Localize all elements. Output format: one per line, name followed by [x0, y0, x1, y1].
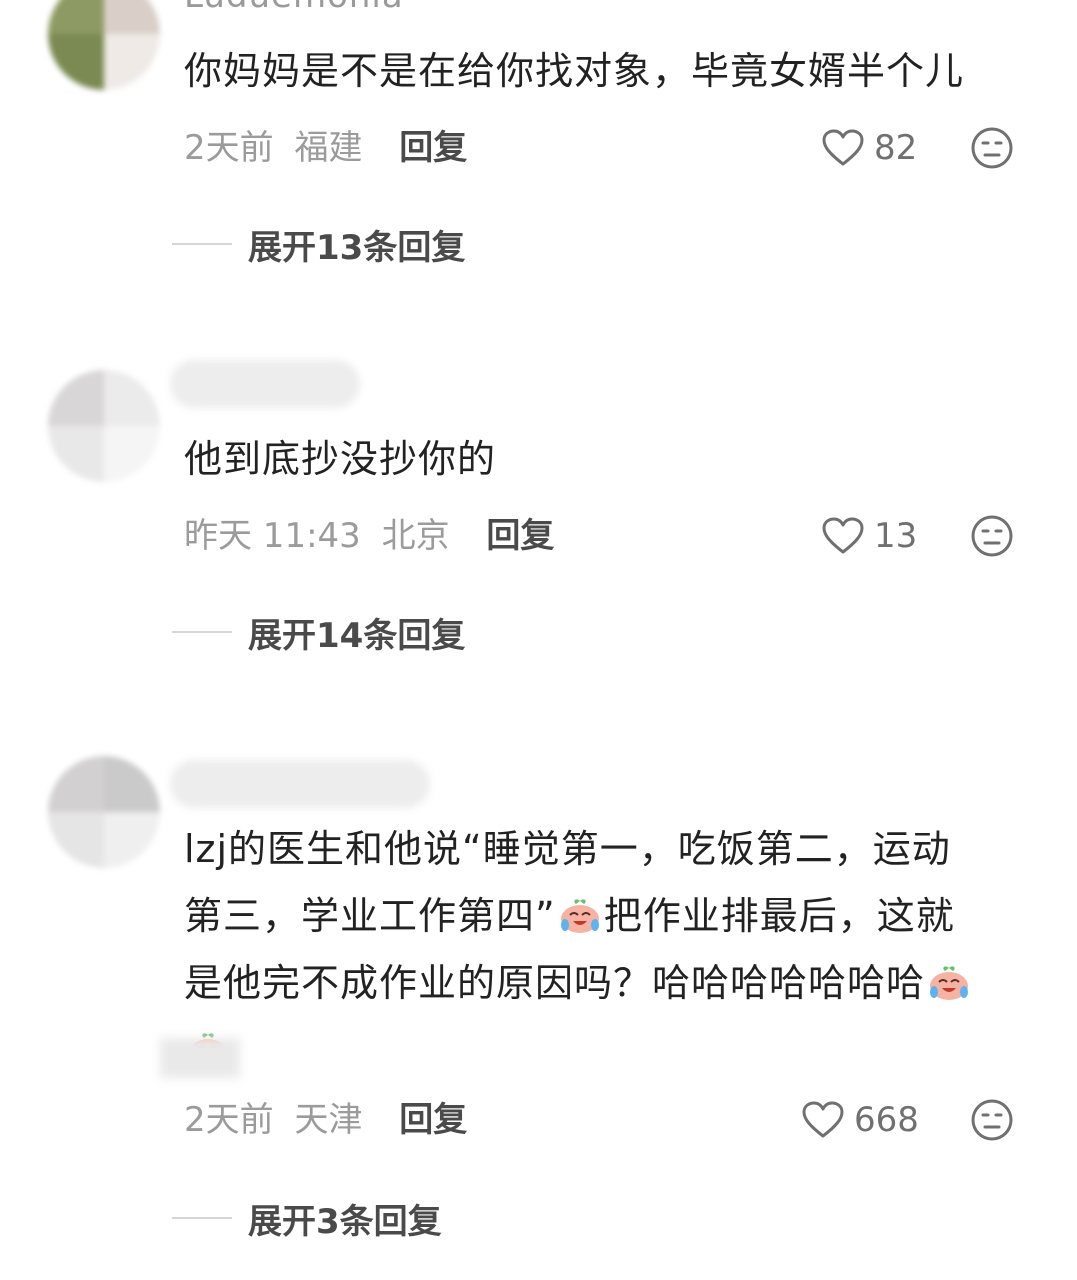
comment-content: lzj的医生和他说“睡觉第一，吃饭第二，运动 第三，学业工作第四” 把作业排最后，…	[184, 816, 1044, 1084]
comment-item: 他到底抄没抄你的 昨天 11:43 北京 回复 13 展开14条回复	[0, 330, 1077, 670]
comment-time: 昨天 11:43	[184, 516, 361, 556]
crying-laughing-peach-emoji	[560, 899, 599, 933]
like-button[interactable]: 668	[802, 1096, 919, 1144]
comment-text: 他到底抄没抄你的	[184, 437, 497, 481]
username[interactable]: Luduemonia	[184, 0, 404, 16]
comment-item: lzj的医生和他说“睡觉第一，吃饭第二，运动 第三，学业工作第四” 把作业排最后，…	[0, 720, 1077, 1280]
redaction-blur	[160, 1038, 240, 1078]
reply-button[interactable]: 回复	[399, 1100, 467, 1140]
unhappy-face-icon[interactable]	[970, 514, 1014, 558]
username[interactable]	[170, 360, 360, 408]
divider-line	[172, 1217, 232, 1219]
expand-replies-button[interactable]: 展开14条回复	[172, 608, 465, 656]
expand-replies-label: 展开13条回复	[248, 227, 466, 268]
expand-replies-button[interactable]: 展开13条回复	[172, 220, 465, 268]
heart-outline-icon	[802, 1101, 844, 1138]
comment-location: 北京	[381, 516, 450, 556]
comment-meta: 2天前 天津 回复	[184, 1096, 467, 1144]
heart-outline-icon	[822, 517, 864, 554]
comment-time: 2天前	[184, 128, 274, 168]
comment-line: 第三，学业工作第四” 把作业排最后，这就	[184, 894, 955, 938]
comment-time: 2天前	[184, 1100, 274, 1140]
expand-replies-label: 展开3条回复	[248, 1201, 442, 1242]
heart-outline-icon	[822, 129, 864, 166]
avatar[interactable]	[48, 0, 160, 90]
username[interactable]	[170, 760, 430, 808]
unhappy-face-icon[interactable]	[970, 126, 1014, 170]
crying-laughing-peach-emoji	[930, 966, 969, 1000]
comment-content: 他到底抄没抄你的	[184, 426, 1044, 493]
like-button[interactable]: 13	[822, 512, 917, 560]
comment-item: Luduemonia 你妈妈是不是在给你找对象，毕竟女婿半个儿 2天前 福建 回…	[0, 0, 1077, 290]
avatar[interactable]	[48, 370, 160, 482]
comment-text: 你妈妈是不是在给你找对象，毕竟女婿半个儿	[184, 49, 965, 93]
reply-button[interactable]: 回复	[486, 516, 554, 556]
like-count: 13	[874, 516, 918, 556]
comment-line: 是他完不成作业的原因吗？哈哈哈哈哈哈哈	[184, 950, 1044, 1017]
like-button[interactable]: 82	[822, 124, 917, 172]
comment-content: 你妈妈是不是在给你找对象，毕竟女婿半个儿	[184, 38, 1044, 105]
expand-replies-button[interactable]: 展开3条回复	[172, 1194, 442, 1242]
like-count: 668	[854, 1100, 919, 1140]
comment-meta: 2天前 福建 回复	[184, 124, 467, 172]
comment-line	[184, 1017, 1044, 1084]
comment-location: 福建	[294, 128, 363, 168]
like-count: 82	[874, 128, 918, 168]
comment-location: 天津	[294, 1100, 363, 1140]
reply-button[interactable]: 回复	[399, 128, 467, 168]
divider-line	[172, 631, 232, 633]
comment-line: lzj的医生和他说“睡觉第一，吃饭第二，运动	[184, 827, 951, 871]
comment-meta: 昨天 11:43 北京 回复	[184, 512, 554, 560]
expand-replies-label: 展开14条回复	[248, 615, 466, 656]
unhappy-face-icon[interactable]	[970, 1098, 1014, 1142]
divider-line	[172, 243, 232, 245]
avatar[interactable]	[48, 756, 160, 868]
